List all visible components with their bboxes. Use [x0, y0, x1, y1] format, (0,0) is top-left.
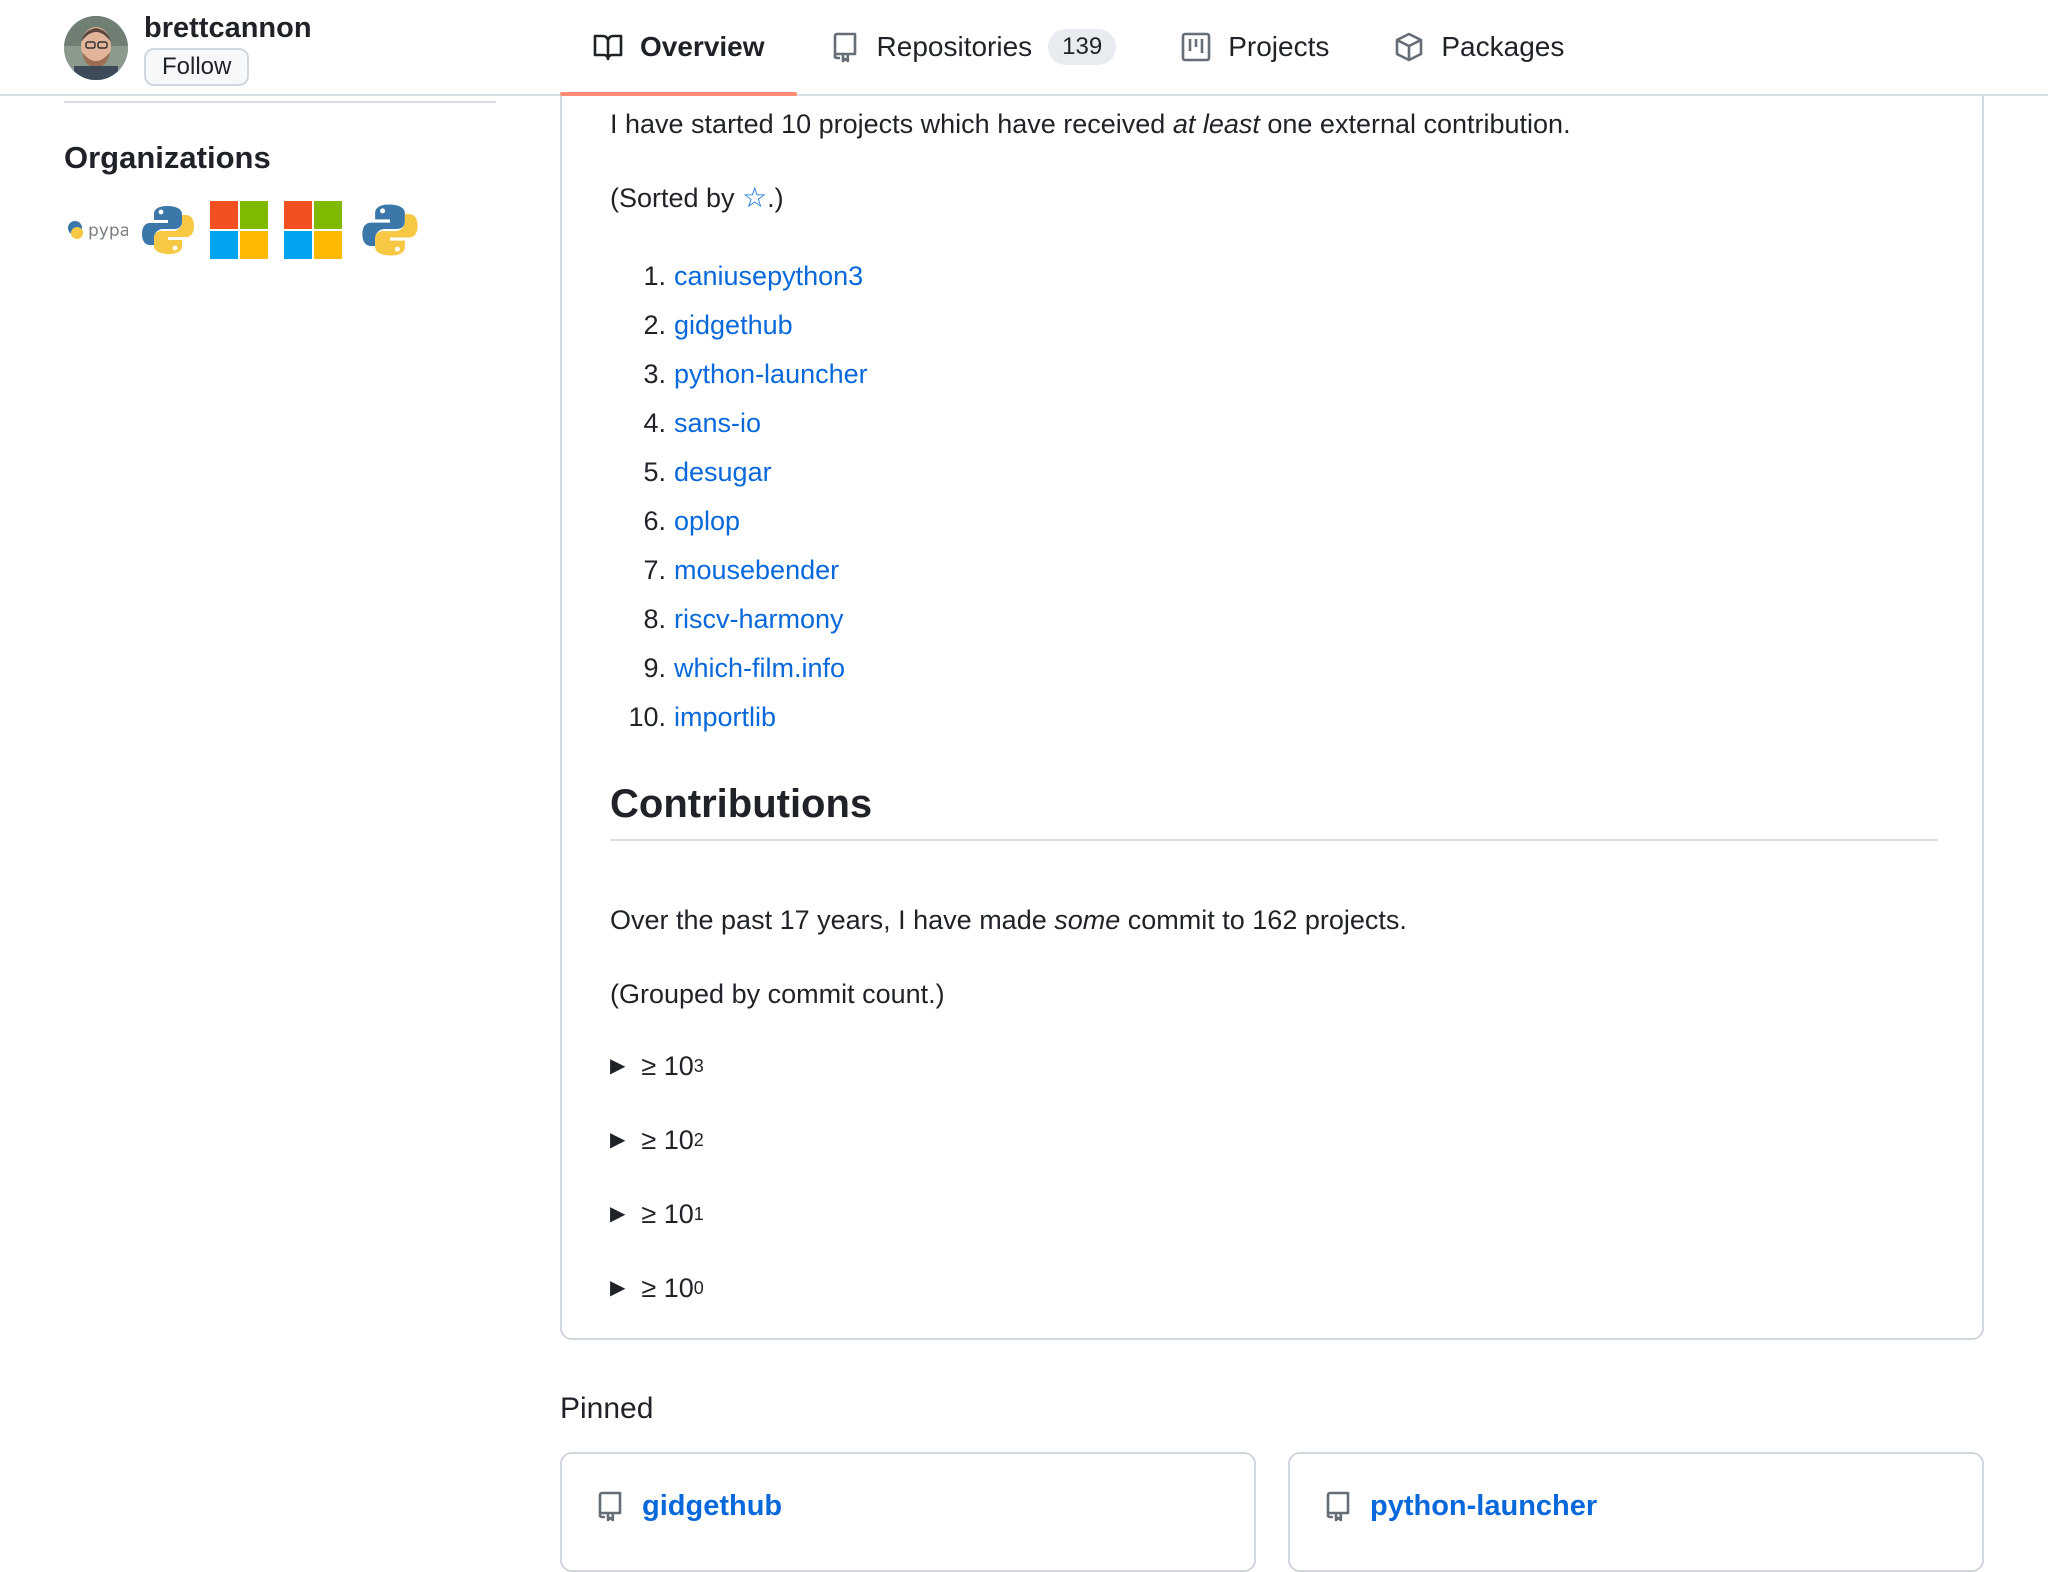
intro-emphasis: at least [1172, 109, 1260, 139]
group-label: ≥ 10 [641, 1199, 694, 1229]
list-number: 7. [643, 555, 666, 585]
avatar-image [64, 16, 128, 80]
list-number: 8. [643, 604, 666, 634]
grouped-note: (Grouped by commit count.) [610, 979, 945, 1009]
organizations-list: pypa [64, 196, 424, 264]
profile-tabs: Overview Repositories 139 Projects Packa… [560, 0, 1596, 96]
list-number: 9. [643, 653, 666, 683]
pinned-repo-link[interactable]: python-launcher [1370, 1490, 1597, 1523]
project-board-icon [1181, 32, 1211, 62]
pinned-heading: Pinned [560, 1392, 654, 1425]
past-emphasis: some [1054, 905, 1121, 935]
list-item: 7. mousebender [610, 546, 868, 595]
list-item: 5. desugar [610, 448, 868, 497]
past-text-end: commit to 162 projects. [1120, 905, 1407, 935]
group-exponent: 0 [693, 1278, 704, 1298]
group-exponent: 2 [693, 1130, 704, 1150]
list-number: 10. [628, 702, 666, 732]
pinned-repo-card: python-launcher [1288, 1452, 1984, 1572]
contributions-heading: Contributions [610, 782, 1938, 841]
pypa-logo[interactable]: pypa [64, 198, 128, 262]
tab-overview[interactable]: Overview [560, 0, 797, 96]
username[interactable]: brettcannon [144, 12, 312, 45]
project-link[interactable]: python-launcher [674, 350, 868, 399]
star-icon[interactable]: ☆ [742, 182, 767, 213]
tab-projects-label: Projects [1228, 31, 1330, 62]
list-item: 2. gidgethub [610, 301, 868, 350]
microsoft-logo[interactable] [282, 199, 344, 261]
tab-overview-label: Overview [640, 31, 765, 62]
commit-group-toggle[interactable]: ▶ ≥ 10 2 [610, 1120, 704, 1160]
list-item: 10. importlib [610, 693, 868, 742]
project-link[interactable]: which-film.info [674, 644, 845, 693]
repo-icon [1326, 1491, 1350, 1522]
list-number: 2. [643, 310, 666, 340]
book-icon [593, 34, 623, 61]
tab-packages-label: Packages [1441, 31, 1565, 62]
project-list: 1. caniusepython3 2. gidgethub 3. python-la… [610, 252, 868, 742]
repositories-count-badge: 139 [1048, 29, 1117, 65]
list-number: 6. [643, 506, 666, 536]
tab-repositories[interactable]: Repositories 139 [797, 0, 1149, 94]
list-number: 4. [643, 408, 666, 438]
pinned-repo-card: gidgethub [560, 1452, 1256, 1572]
list-number: 3. [643, 359, 666, 389]
sidebar-divider [64, 101, 496, 103]
commit-group-toggle[interactable]: ▶ ≥ 10 0 [610, 1268, 704, 1308]
avatar[interactable] [64, 16, 128, 80]
list-item: 6. oplop [610, 497, 868, 546]
sorted-text-start: (Sorted by [610, 183, 743, 213]
svg-text:pypa: pypa [88, 221, 128, 241]
readme-intro: I have started 10 projects which have re… [610, 104, 1571, 144]
project-link[interactable]: caniusepython3 [674, 252, 863, 301]
list-item: 9. which-film.info [610, 644, 868, 693]
disclosure-triangle-icon: ▶ [610, 1129, 626, 1151]
past-text-start: Over the past 17 years, I have made [610, 905, 1055, 935]
project-link[interactable]: desugar [674, 448, 772, 497]
list-item: 1. caniusepython3 [610, 252, 868, 301]
profile-header: brettcannon Follow Overview Repositories… [0, 0, 2048, 96]
group-label: ≥ 10 [641, 1273, 694, 1303]
intro-text-end: one external contribution. [1259, 109, 1571, 139]
list-number: 1. [643, 261, 666, 291]
project-link[interactable]: importlib [674, 693, 776, 742]
repo-icon [833, 32, 856, 63]
disclosure-triangle-icon: ▶ [610, 1055, 626, 1077]
sorted-text-end: .) [767, 183, 784, 213]
profile-readme: I have started 10 projects which have re… [560, 60, 1984, 1340]
list-item: 8. riscv-harmony [610, 595, 868, 644]
list-item: 4. sans-io [610, 399, 868, 448]
group-exponent: 1 [693, 1204, 704, 1224]
project-link[interactable]: gidgethub [674, 301, 793, 350]
project-link[interactable]: mousebender [674, 546, 839, 595]
disclosure-triangle-icon: ▶ [610, 1277, 626, 1299]
python-logo[interactable] [140, 198, 196, 262]
tab-repositories-label: Repositories [876, 31, 1033, 62]
pinned-repo-link[interactable]: gidgethub [642, 1490, 782, 1523]
project-link[interactable]: oplop [674, 497, 740, 546]
tab-projects[interactable]: Projects [1148, 0, 1361, 94]
project-link[interactable]: riscv-harmony [674, 595, 844, 644]
repo-icon [598, 1491, 622, 1522]
list-number: 5. [643, 457, 666, 487]
group-exponent: 3 [693, 1056, 704, 1076]
sorted-note: (Sorted by ☆.) [610, 178, 784, 218]
list-item: 3. python-launcher [610, 350, 868, 399]
tab-packages[interactable]: Packages [1361, 0, 1596, 94]
contributions-summary: Over the past 17 years, I have made some… [610, 900, 1407, 940]
microsoft-logo[interactable] [208, 199, 270, 261]
commit-group-toggle[interactable]: ▶ ≥ 10 1 [610, 1194, 704, 1234]
project-link[interactable]: sans-io [674, 399, 761, 448]
commit-group-toggle[interactable]: ▶ ≥ 10 3 [610, 1046, 704, 1086]
follow-button[interactable]: Follow [144, 48, 250, 86]
group-label: ≥ 10 [641, 1051, 694, 1081]
intro-text-start: I have started 10 projects which have re… [610, 109, 1173, 139]
group-label: ≥ 10 [641, 1125, 694, 1155]
disclosure-triangle-icon: ▶ [610, 1203, 626, 1225]
python-logo[interactable] [356, 196, 424, 264]
organizations-heading: Organizations [64, 140, 271, 175]
package-icon [1396, 32, 1423, 62]
